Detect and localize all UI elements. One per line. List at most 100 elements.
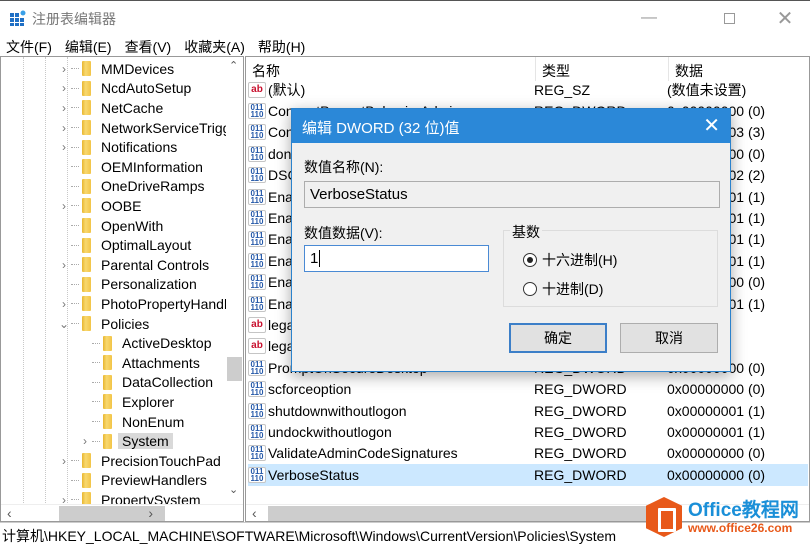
tree-item[interactable]: Explorer [78, 392, 174, 412]
tree-item[interactable]: Personalization [57, 275, 197, 295]
radio-hexadecimal[interactable]: 十六进制(H) [523, 250, 617, 270]
tree-vscroll-thumb[interactable] [227, 357, 242, 381]
value-row[interactable]: 011 110 scforceoption REG_DWORD 0x00000000 (… [248, 379, 808, 400]
tree-item-label: PreviewHandlers [101, 472, 207, 489]
dialog-close-icon[interactable]: ✕ [703, 113, 720, 138]
chevron-right-icon[interactable]: › [57, 121, 71, 135]
tree-item[interactable]: OEMInformation [57, 157, 203, 177]
reg-binary-icon: 011 110 [248, 466, 266, 483]
tree-connector [92, 342, 100, 344]
folder-icon [82, 178, 91, 194]
tree-connector [71, 87, 79, 89]
tree-item[interactable]: › PrecisionTouchPad [57, 451, 221, 471]
tree-item[interactable]: › Parental Controls [57, 255, 209, 275]
tree-connector [71, 283, 79, 285]
cancel-button[interactable]: 取消 [620, 323, 718, 353]
tree-item[interactable]: OneDriveRamps [57, 177, 204, 197]
tree-item[interactable]: NonEnum [78, 412, 184, 432]
chevron-right-icon[interactable]: › [57, 199, 71, 213]
value-row[interactable]: ab (默认) REG_SZ (数值未设置) [248, 79, 808, 100]
menu-help[interactable]: 帮助(H) [252, 34, 311, 56]
minimize-icon: — [641, 9, 657, 26]
reg-binary-icon: 011 110 [248, 295, 266, 312]
tree-item[interactable]: OptimalLayout [57, 235, 191, 255]
tree-connector [71, 303, 79, 305]
tree-item-label: Explorer [122, 393, 175, 410]
list-hscroll-thumb[interactable] [268, 506, 668, 521]
folder-icon [82, 472, 91, 488]
chevron-right-icon[interactable]: › [57, 454, 71, 468]
tree-item-label: NonEnum [122, 413, 185, 430]
column-header-data[interactable]: 数据 [669, 57, 809, 81]
chevron-right-icon[interactable]: › [57, 101, 71, 115]
tree-vertical-scrollbar[interactable]: ⌃ ⌄ [226, 57, 243, 504]
value-row[interactable]: 011 110 VerboseStatus REG_DWORD 0x00000000 (… [248, 464, 808, 486]
tree-item-label: NcdAutoSetup [101, 80, 192, 97]
chevron-down-icon[interactable]: ⌄ [57, 317, 71, 331]
reg-binary-icon: 011 110 [248, 124, 266, 141]
tree-item-label: MMDevices [101, 60, 175, 77]
reg-string-icon: ab [248, 81, 266, 98]
folder-icon [82, 100, 91, 116]
tree-item[interactable]: Attachments [78, 353, 200, 373]
tree-item[interactable]: OpenWith [57, 216, 163, 236]
value-name-field[interactable]: VerboseStatus [304, 181, 720, 208]
folder-icon [82, 257, 91, 273]
ok-button[interactable]: 确定 [509, 323, 607, 353]
chevron-right-icon[interactable]: › [57, 81, 71, 95]
tree-item[interactable]: › MMDevices [57, 59, 174, 79]
tree-item[interactable]: › System [78, 431, 173, 451]
radio-decimal[interactable]: 十进制(D) [523, 279, 603, 299]
menu-view[interactable]: 查看(V) [119, 34, 178, 56]
chevron-right-icon[interactable]: › [57, 62, 71, 76]
text-cursor [319, 250, 325, 267]
folder-icon [82, 296, 91, 312]
minimize-button[interactable]: — [626, 1, 672, 35]
close-button[interactable]: ✕ [762, 1, 808, 35]
chevron-right-icon[interactable]: › [57, 140, 71, 154]
chevron-right-icon[interactable]: › [57, 258, 71, 272]
chevron-right-icon[interactable]: › [57, 297, 71, 311]
tree-item-label: OneDriveRamps [101, 178, 205, 195]
tree-item[interactable]: › OOBE [57, 196, 141, 216]
tree-guide-line [23, 57, 24, 521]
tree-horizontal-scrollbar[interactable]: ‹ › [1, 504, 243, 521]
value-name-text: shutdownwithoutlogon [268, 402, 407, 419]
tree-item-label: System [118, 433, 173, 450]
tree-connector [71, 225, 79, 227]
tree-item[interactable]: › NetworkServiceTriggers [57, 118, 243, 138]
maximize-button[interactable] [706, 1, 752, 35]
value-row[interactable]: 011 110 shutdownwithoutlogon REG_DWORD 0x000… [248, 400, 808, 421]
folder-icon [103, 335, 112, 351]
tree-item[interactable]: ⌄ Policies [57, 314, 149, 334]
value-row[interactable]: 011 110 undockwithoutlogon REG_DWORD 0x00000… [248, 421, 808, 442]
scroll-left-icon[interactable]: ‹ [7, 505, 12, 521]
menu-favorites[interactable]: 收藏夹(A) [178, 34, 251, 56]
scroll-right-icon[interactable]: › [148, 505, 153, 521]
scroll-left-icon[interactable]: ‹ [252, 505, 257, 521]
tree-connector [71, 146, 79, 148]
tree-item[interactable]: › NetCache [57, 98, 163, 118]
scroll-down-icon[interactable]: ⌄ [229, 483, 238, 496]
tree-item-label: PhotoPropertyHandler [101, 295, 240, 312]
chevron-right-icon[interactable]: › [78, 434, 92, 448]
tree-item[interactable]: DataCollection [78, 373, 213, 393]
column-header-type[interactable]: 类型 [536, 57, 669, 81]
tree-item[interactable]: › Notifications [57, 137, 177, 157]
tree-connector [71, 127, 79, 129]
menu-file[interactable]: 文件(F) [0, 34, 58, 56]
menu-edit[interactable]: 编辑(E) [59, 34, 118, 56]
tree-connector [71, 479, 79, 481]
scroll-up-icon[interactable]: ⌃ [229, 59, 238, 72]
tree-item[interactable]: › NcdAutoSetup [57, 79, 191, 99]
value-data-input[interactable]: 1 [304, 245, 489, 272]
watermark-title: Office教程网 [688, 499, 799, 521]
tree-item[interactable]: PreviewHandlers [57, 471, 207, 491]
value-row[interactable]: 011 110 ValidateAdminCodeSignatures REG_DWO… [248, 443, 808, 464]
value-type-cell: REG_DWORD [534, 466, 627, 483]
value-data-cell: 0x00000001 (1) [667, 402, 766, 419]
maximize-icon [723, 12, 735, 24]
tree-item[interactable]: › PhotoPropertyHandler [57, 294, 240, 314]
column-header-name[interactable]: 名称 [246, 57, 536, 81]
tree-item[interactable]: ActiveDesktop [78, 333, 211, 353]
